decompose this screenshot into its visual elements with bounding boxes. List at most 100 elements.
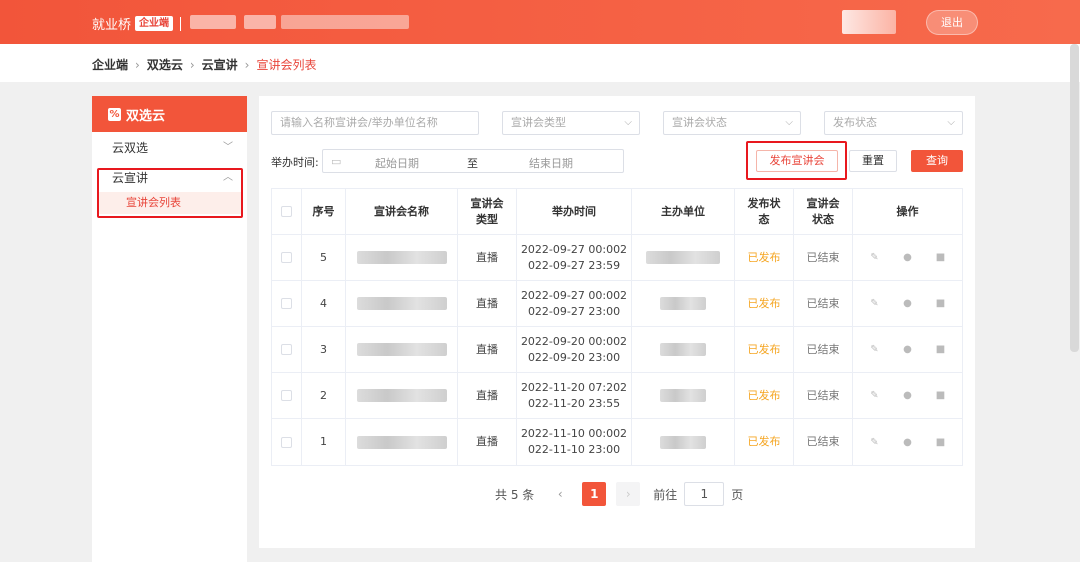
date-range-picker[interactable]: ▭ 起始日期 至 结束日期: [322, 149, 624, 173]
seminar-time-end: 022-09-20 23:00: [527, 350, 621, 364]
blurred-company-name: [244, 15, 276, 29]
seminar-time-end: 022-11-20 23:55: [527, 396, 621, 410]
blurred-host-unit: [646, 251, 720, 264]
query-button[interactable]: 查询: [911, 150, 963, 172]
table-row[interactable]: 3 直播 2022-09-20 00:002 022-09-20 23:00 已发…: [272, 327, 962, 373]
seminar-name-cell: [346, 235, 458, 280]
blurred-host-unit: [660, 297, 706, 310]
select-all-checkbox[interactable]: [281, 206, 292, 217]
publish-select-placeholder: 发布状态: [833, 116, 877, 129]
blurred-seminar-name: [356, 435, 447, 449]
chevron-down-icon: ⌵: [624, 117, 632, 128]
brand[interactable]: 就业桥 企业端: [92, 14, 182, 33]
operations-cell: ✎ ● ■: [853, 281, 962, 326]
seminar-name-cell: [346, 281, 458, 326]
blurred-host-unit: [660, 343, 706, 356]
seminar-type: 直播: [458, 281, 517, 326]
row-checkbox[interactable]: [281, 390, 292, 401]
breadcrumb: 企业端 › 双选云 › 云宣讲 › 宣讲会列表: [92, 56, 317, 73]
seminar-status: 已结束: [794, 373, 853, 418]
seminar-time-cell: 2022-09-27 00:002 022-09-27 23:59: [517, 235, 632, 280]
breadcrumb-bar: 企业端 › 双选云 › 云宣讲 › 宣讲会列表: [0, 44, 1080, 82]
edit-icon[interactable]: ✎: [869, 437, 880, 448]
blurred-host-unit: [660, 389, 706, 402]
publish-status: 已发布: [735, 373, 794, 418]
table-row[interactable]: 4 直播 2022-09-27 00:002 022-09-27 23:00 已发…: [272, 281, 962, 327]
page-1-button[interactable]: 1: [582, 482, 607, 506]
seminar-status: 已结束: [794, 419, 853, 465]
row-number: 2: [302, 373, 346, 418]
download-icon[interactable]: ■: [935, 344, 946, 355]
breadcrumb-item[interactable]: 双选云: [147, 56, 183, 73]
search-input[interactable]: 请输入名称宣讲会/举办单位名称: [271, 111, 479, 135]
table-row[interactable]: 1 直播 2022-11-10 00:002 022-11-10 23:00 已发…: [272, 419, 962, 465]
seminar-status: 已结束: [794, 281, 853, 326]
highlight-box: [97, 168, 243, 218]
column-header: 宣讲会名称: [346, 189, 458, 234]
row-checkbox[interactable]: [281, 298, 292, 309]
seminar-name-cell: [346, 419, 458, 465]
host-unit-cell: [632, 281, 735, 326]
brand-name: 就业桥: [92, 18, 132, 33]
page-scrollbar[interactable]: [1070, 44, 1079, 352]
prev-page-button[interactable]: ‹: [548, 482, 572, 506]
sidebar-header: % 双选云: [92, 96, 247, 132]
row-checkbox[interactable]: [281, 436, 292, 448]
end-date-input[interactable]: 结束日期: [529, 155, 573, 171]
seminar-time-cell: 2022-09-27 00:002 022-09-27 23:00: [517, 281, 632, 326]
edit-icon[interactable]: ✎: [869, 252, 880, 263]
column-header: 举办时间: [517, 189, 632, 234]
seminar-time-cell: 2022-09-20 00:002 022-09-20 23:00: [517, 327, 632, 372]
blurred-seminar-name: [356, 389, 447, 402]
row-number: 4: [302, 281, 346, 326]
user-icon[interactable]: ●: [902, 437, 913, 448]
operations-cell: ✎ ● ■: [853, 373, 962, 418]
edit-icon[interactable]: ✎: [869, 344, 880, 355]
blurred-seminar-name: [356, 251, 447, 264]
chevron-down-icon: ﹀: [223, 142, 233, 153]
download-icon[interactable]: ■: [935, 390, 946, 401]
row-checkbox[interactable]: [281, 344, 292, 355]
user-avatar[interactable]: [842, 10, 896, 34]
row-select-cell: [272, 373, 302, 418]
publish-status: 已发布: [735, 235, 794, 280]
logout-button[interactable]: 退出: [926, 10, 978, 35]
user-icon[interactable]: ●: [902, 390, 913, 401]
publish-status-select[interactable]: 发布状态 ⌵: [824, 111, 963, 135]
page-jump-input[interactable]: 1: [684, 482, 725, 506]
table-row[interactable]: 5 直播 2022-09-27 00:002 022-09-27 23:59 已发…: [272, 235, 962, 281]
chevron-down-icon: ⌵: [947, 117, 955, 128]
download-icon[interactable]: ■: [935, 437, 946, 448]
chevron-right-icon: ›: [244, 57, 250, 72]
seminar-time-cell: 2022-11-10 00:002 022-11-10 23:00: [517, 419, 632, 465]
table-row[interactable]: 2 直播 2022-11-20 07:202 022-11-20 23:55 已发…: [272, 373, 962, 419]
chevron-right-icon: ›: [189, 57, 195, 72]
seminar-time-end: 022-09-27 23:00: [527, 304, 621, 318]
user-icon[interactable]: ●: [902, 344, 913, 355]
row-select-cell: [272, 327, 302, 372]
start-date-input[interactable]: 起始日期: [375, 155, 419, 171]
highlight-box: [746, 141, 847, 180]
select-all-cell: [272, 189, 302, 234]
time-label: 举办时间:: [271, 156, 319, 169]
breadcrumb-item[interactable]: 企业端: [92, 56, 128, 73]
sidebar-item-yunshuangxuan[interactable]: 云双选 ﹀: [92, 134, 247, 162]
edit-icon[interactable]: ✎: [869, 298, 880, 309]
reset-button[interactable]: 重置: [849, 150, 897, 172]
host-unit-cell: [632, 419, 735, 465]
status-select[interactable]: 宣讲会状态 ⌵: [663, 111, 801, 135]
download-icon[interactable]: ■: [935, 252, 946, 263]
edit-icon[interactable]: ✎: [869, 390, 880, 401]
user-icon[interactable]: ●: [902, 252, 913, 263]
breadcrumb-item[interactable]: 云宣讲: [202, 56, 238, 73]
type-select[interactable]: 宣讲会类型 ⌵: [502, 111, 640, 135]
column-header: 宣讲会 状态: [794, 189, 853, 234]
column-header: 发布状 态: [735, 189, 794, 234]
chevron-down-icon: ⌵: [785, 117, 793, 128]
row-checkbox[interactable]: [281, 252, 292, 263]
publish-status: 已发布: [735, 327, 794, 372]
seminar-time-start: 2022-11-10 00:002: [520, 427, 628, 440]
next-page-button[interactable]: ›: [616, 482, 641, 506]
download-icon[interactable]: ■: [935, 298, 946, 309]
user-icon[interactable]: ●: [902, 298, 913, 309]
